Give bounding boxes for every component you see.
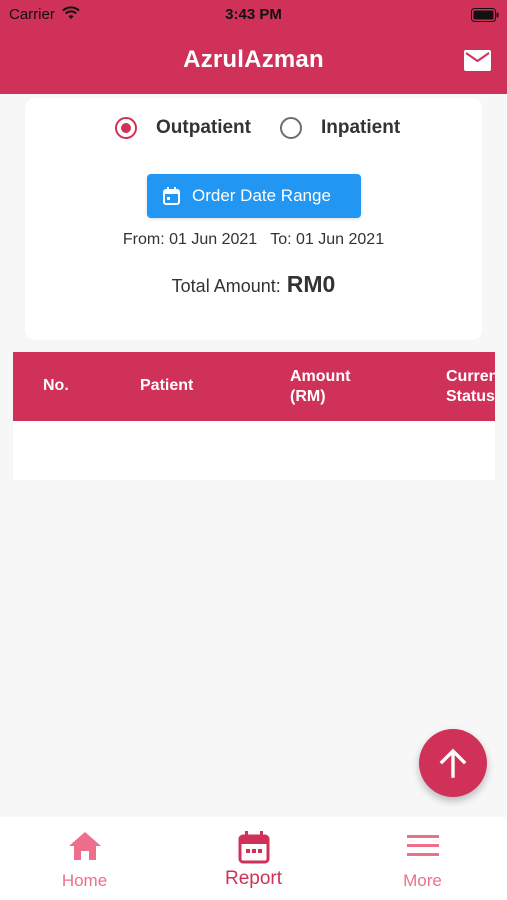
column-header-current-status: Current Status (446, 368, 495, 405)
scroll-to-top-button[interactable] (419, 729, 487, 797)
home-icon (68, 832, 101, 860)
radio-label-inpatient: Inpatient (321, 117, 401, 138)
radio-outpatient[interactable]: Outpatient (115, 116, 251, 140)
filter-card: Outpatient Inpatient Order Date Range Fr… (25, 98, 482, 340)
page-title: AzrulAzman (183, 46, 324, 73)
menu-icon (406, 835, 439, 856)
nav-label-report: Report (224, 868, 283, 889)
date-range-text: From: 01 Jun 2021 To: 01 Jun 2021 (25, 231, 482, 249)
nav-item-more[interactable]: More (338, 817, 507, 900)
calendar-icon (238, 831, 269, 864)
total-amount-value: RM0 (286, 271, 336, 297)
nav-label-more: More (403, 871, 442, 890)
total-amount-label: Total Amount: (171, 276, 281, 296)
column-header-no: No. (43, 377, 69, 394)
status-bar: Carrier 3:43 PM (0, 0, 507, 30)
radio-button-checked[interactable] (115, 117, 137, 139)
status-time: 3:43 PM (225, 6, 282, 23)
column-header-amount: Amount (RM) (290, 368, 351, 405)
date-range-value: From: 01 Jun 2021 To: 01 Jun 2021 (122, 231, 385, 248)
arrow-up-icon (439, 748, 467, 778)
table-header: No. Patient Amount (RM) Current Status (13, 352, 495, 421)
mail-button[interactable] (462, 47, 492, 73)
calendar-icon (163, 187, 180, 205)
date-range-button-label: Order Date Range (192, 186, 331, 205)
nav-item-home[interactable]: Home (0, 817, 169, 900)
nav-label-home: Home (61, 871, 108, 890)
mail-icon (463, 49, 491, 71)
battery-icon (471, 8, 499, 22)
radio-label-outpatient: Outpatient (156, 117, 251, 138)
radio-button-unchecked[interactable] (280, 117, 302, 139)
bottom-navigation: Home Report More (0, 817, 507, 900)
nav-item-report[interactable]: Report (169, 817, 338, 900)
order-date-range-button[interactable]: Order Date Range (147, 174, 361, 218)
radio-inpatient[interactable]: Inpatient (280, 116, 400, 140)
total-amount-row: Total Amount: RM0 (25, 271, 482, 298)
app-header: Carrier 3:43 PM AzrulAzman (0, 0, 507, 94)
report-table: No. Patient Amount (RM) Current Status (13, 352, 495, 480)
column-header-patient: Patient (140, 377, 194, 394)
